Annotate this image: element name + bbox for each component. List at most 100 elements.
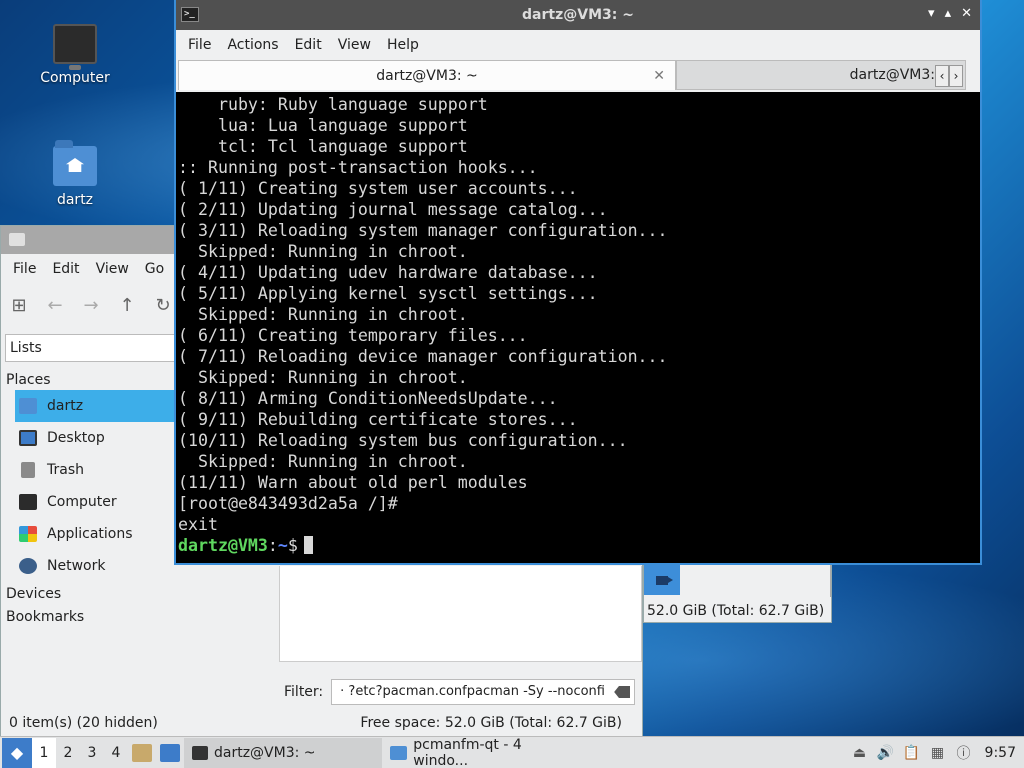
taskbar-task-file-manager[interactable]: pcmanfm-qt - 4 windo... — [382, 736, 582, 768]
desktop-icon — [19, 430, 37, 446]
tab-close-icon[interactable]: ✕ — [653, 68, 665, 84]
terminal-output[interactable]: ruby: Ruby language support lua: Lua lan… — [176, 94, 980, 563]
tab-terminal-2[interactable]: dartz@VM3: ‹ › — [676, 60, 966, 90]
background-file-manager-window[interactable]: 52.0 GiB (Total: 62.7 GiB) — [643, 563, 832, 623]
menu-edit[interactable]: Edit — [287, 37, 330, 53]
terminal-line: ( 8/11) Arming ConditionNeedsUpdate... — [178, 389, 558, 408]
network-status-icon[interactable]: ▦ — [929, 744, 947, 762]
menu-file[interactable]: File — [180, 37, 219, 53]
desktop-switcher-3[interactable]: 3 — [80, 738, 104, 768]
places-sidebar: Places dartz Desktop Trash Computer Appl… — [1, 370, 179, 627]
terminal-line: ( 9/11) Rebuilding certificate stores... — [178, 410, 578, 429]
menu-view[interactable]: View — [88, 261, 137, 277]
sidebar-item-computer[interactable]: Computer — [1, 486, 179, 518]
sidebar-item-label: dartz — [47, 398, 84, 414]
task-label: pcmanfm-qt - 4 windo... — [413, 736, 522, 768]
up-arrow-icon[interactable]: ↑ — [117, 295, 137, 316]
desktop-icon-home[interactable]: dartz — [30, 140, 120, 208]
menu-go[interactable]: Go — [137, 261, 172, 277]
close-icon[interactable]: ✕ — [961, 6, 972, 21]
sidebar-item-trash[interactable]: Trash — [1, 454, 179, 486]
divider — [830, 563, 831, 597]
folder-icon — [390, 745, 408, 760]
filter-label: Filter: — [284, 684, 324, 700]
terminal-line: Skipped: Running in chroot. — [178, 242, 468, 261]
places-heading[interactable]: Places — [1, 370, 179, 390]
side-pane-mode-select[interactable]: Lists — [5, 334, 175, 362]
terminal-tab-bar: dartz@VM3: ~ ✕ dartz@VM3: ‹ › — [176, 60, 980, 92]
terminal-icon — [192, 745, 208, 760]
file-manager-statusbar: 0 item(s) (20 hidden) Free space: 52.0 G… — [1, 710, 642, 736]
chevron-right-icon[interactable]: › — [949, 65, 963, 87]
clear-icon[interactable] — [614, 686, 631, 698]
filter-input[interactable]: · ?etc?pacman.confpacman -Sy --noconfi — [331, 679, 636, 705]
terminal-line: ( 1/11) Creating system user accounts... — [178, 179, 578, 198]
terminal-line: ruby: Ruby language support — [178, 95, 488, 114]
terminal-line: ( 5/11) Applying kernel sysctl settings.… — [178, 284, 598, 303]
folder-icon — [9, 233, 25, 246]
terminal-line: ( 4/11) Updating udev hardware database.… — [178, 263, 598, 282]
prompt-user: dartz@VM3 — [178, 536, 268, 555]
notification-icon[interactable]: ⓘ — [955, 744, 973, 762]
sidebar-item-label: Desktop — [47, 430, 105, 446]
tab-label: dartz@VM3: ~ — [376, 67, 478, 84]
show-desktop-icon[interactable] — [160, 743, 180, 762]
sidebar-item-dartz[interactable]: dartz — [15, 390, 179, 422]
sidebar-item-desktop[interactable]: Desktop — [1, 422, 179, 454]
sidebar-item-label: Network — [47, 558, 106, 574]
menu-view[interactable]: View — [330, 37, 379, 53]
menu-file[interactable]: File — [5, 261, 44, 277]
clipboard-icon[interactable]: 📋 — [903, 744, 921, 762]
file-view[interactable] — [279, 566, 642, 662]
status-free-space: Free space: 52.0 GiB (Total: 62.7 GiB) — [360, 715, 622, 731]
applications-icon — [19, 526, 37, 542]
maximize-icon[interactable]: ▴ — [945, 6, 952, 21]
desktop-switcher-2[interactable]: 2 — [56, 738, 80, 768]
system-tray: ⏏ 🔊 📋 ▦ ⓘ 9:57 — [851, 744, 1024, 762]
desktop-switcher-1[interactable]: 1 — [32, 737, 56, 768]
home-folder-icon — [19, 398, 37, 414]
desktop-switcher-4[interactable]: 4 — [104, 738, 128, 768]
chevron-left-icon[interactable]: ‹ — [935, 65, 949, 87]
terminal-line: ( 7/11) Reloading device manager configu… — [178, 347, 668, 366]
window-title: dartz@VM3: ~ — [522, 7, 634, 23]
terminal-line: Skipped: Running in chroot. — [178, 452, 468, 471]
new-tab-icon[interactable]: ⊞ — [9, 295, 29, 316]
desktop-icon-computer[interactable]: Computer — [30, 24, 120, 86]
reload-icon[interactable]: ↻ — [153, 295, 173, 316]
bookmarks-heading[interactable]: Bookmarks — [1, 607, 179, 627]
volume-icon[interactable]: 🔊 — [877, 744, 895, 762]
terminal-line: [root@e843493d2a5a /]# — [178, 494, 398, 513]
back-arrow-icon[interactable]: ← — [45, 295, 65, 316]
trash-icon — [21, 462, 35, 478]
clock[interactable]: 9:57 — [985, 745, 1016, 761]
terminal-titlebar[interactable]: >_ dartz@VM3: ~ ▾ ▴ ✕ — [176, 0, 980, 30]
terminal-line: Skipped: Running in chroot. — [178, 368, 468, 387]
network-icon — [19, 558, 37, 574]
status-item-count: 0 item(s) (20 hidden) — [9, 715, 158, 731]
terminal-line: ( 3/11) Reloading system manager configu… — [178, 221, 668, 240]
taskbar-task-terminal[interactable]: dartz@VM3: ~ — [184, 737, 382, 768]
home-folder-icon — [53, 140, 97, 186]
file-manager-launcher-icon[interactable] — [132, 743, 152, 762]
tab-terminal-1[interactable]: dartz@VM3: ~ ✕ — [178, 60, 676, 90]
start-menu-icon[interactable]: ◆ — [2, 737, 32, 768]
terminal-icon: >_ — [181, 7, 199, 22]
terminal-line: exit — [178, 515, 218, 534]
menu-help[interactable]: Help — [379, 37, 427, 53]
task-label: dartz@VM3: ~ — [214, 744, 316, 761]
menu-actions[interactable]: Actions — [219, 37, 286, 53]
sidebar-item-label: Computer — [47, 494, 117, 510]
terminal-menubar: File Actions Edit View Help — [176, 30, 980, 60]
filter-bar: Filter: · ?etc?pacman.confpacman -Sy --n… — [284, 679, 636, 705]
sidebar-item-label: Trash — [47, 462, 84, 478]
eject-icon[interactable]: ⏏ — [851, 744, 869, 762]
menu-edit[interactable]: Edit — [44, 261, 87, 277]
devices-heading[interactable]: Devices — [1, 584, 179, 604]
prompt-symbol: $ — [287, 536, 298, 555]
sidebar-item-applications[interactable]: Applications — [1, 518, 179, 550]
minimize-icon[interactable]: ▾ — [928, 6, 935, 21]
sidebar-item-network[interactable]: Network — [1, 550, 179, 582]
forward-arrow-icon[interactable]: → — [81, 295, 101, 316]
prompt-separator: : — [267, 536, 278, 555]
